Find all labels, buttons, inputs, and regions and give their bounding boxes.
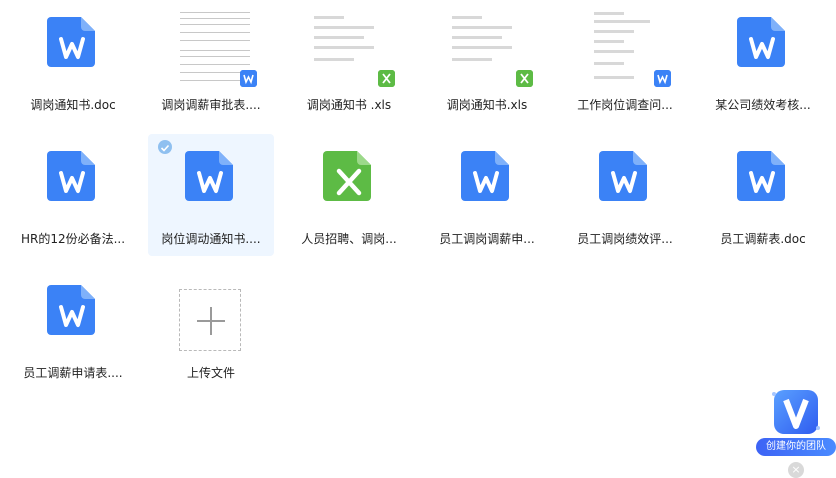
file-tile[interactable]: 人员招聘、调岗...: [286, 134, 412, 256]
file-name: 人员招聘、调岗...: [301, 232, 397, 246]
file-name: HR的12份必备法...: [20, 232, 126, 246]
selected-check-icon[interactable]: [158, 140, 172, 154]
file-tile[interactable]: 员工调岗调薪申...: [424, 134, 550, 256]
document-preview: [592, 6, 671, 87]
excel-badge-icon: [378, 70, 395, 87]
excel-badge-icon: [516, 70, 533, 87]
file-tile[interactable]: 调岗通知书.xls: [424, 0, 550, 122]
word-file-icon: [731, 9, 795, 73]
upload-tile[interactable]: 上传文件: [148, 268, 274, 390]
file-name: 员工调岗绩效评...: [577, 232, 673, 246]
word-file-icon: [593, 143, 657, 207]
word-file-icon: [41, 9, 105, 73]
file-name: 工作岗位调查问...: [577, 98, 673, 112]
word-file-icon: [731, 143, 795, 207]
document-preview: [178, 6, 257, 87]
create-team-widget[interactable]: 创建你的团队 ×: [756, 382, 836, 478]
file-tile[interactable]: 调岗调薪审批表....: [148, 0, 274, 122]
upload-label: 上传文件: [186, 366, 235, 380]
document-preview: [450, 6, 533, 87]
file-name: 调岗调薪审批表....: [161, 98, 261, 112]
file-name: 员工调薪申请表....: [23, 366, 123, 380]
spreadsheet-preview-thumbnail: [312, 6, 384, 86]
excel-file-icon: [317, 143, 381, 207]
file-tile[interactable]: 调岗通知书.doc: [10, 0, 136, 122]
file-tile-selected[interactable]: 岗位调动通知书....: [148, 134, 274, 256]
file-tile[interactable]: 员工调薪表.doc: [700, 134, 826, 256]
file-tile[interactable]: 员工调薪申请表....: [10, 268, 136, 390]
file-tile[interactable]: HR的12份必备法...: [10, 134, 136, 256]
word-file-icon: [41, 143, 105, 207]
file-tile[interactable]: 调岗通知书 .xls: [286, 0, 412, 122]
file-tile[interactable]: 员工调岗绩效评...: [562, 134, 688, 256]
file-name: 某公司绩效考核...: [715, 98, 811, 112]
file-name: 调岗通知书.doc: [30, 98, 116, 112]
document-preview: [312, 6, 395, 87]
file-name: 岗位调动通知书....: [161, 232, 261, 246]
file-name: 调岗通知书.xls: [446, 98, 528, 112]
upload-button[interactable]: [179, 289, 241, 351]
file-name: 调岗通知书 .xls: [306, 98, 392, 112]
file-name: 员工调薪表.doc: [720, 232, 806, 246]
word-badge-icon: [654, 70, 671, 87]
word-badge-icon: [240, 70, 257, 87]
word-file-icon: [41, 277, 105, 341]
file-tile[interactable]: 某公司绩效考核...: [700, 0, 826, 122]
file-name: 员工调岗调薪申...: [439, 232, 535, 246]
file-tile[interactable]: 工作岗位调查问...: [562, 0, 688, 122]
create-team-label[interactable]: 创建你的团队: [756, 438, 836, 456]
word-file-icon: [179, 143, 243, 207]
spreadsheet-preview-thumbnail: [450, 6, 522, 86]
file-grid: 调岗通知书.doc 调岗调薪审批表.... 调岗通知书 .xls 调岗通知书.x…: [0, 0, 836, 476]
word-file-icon: [455, 143, 519, 207]
v-logo-icon: [772, 390, 820, 434]
